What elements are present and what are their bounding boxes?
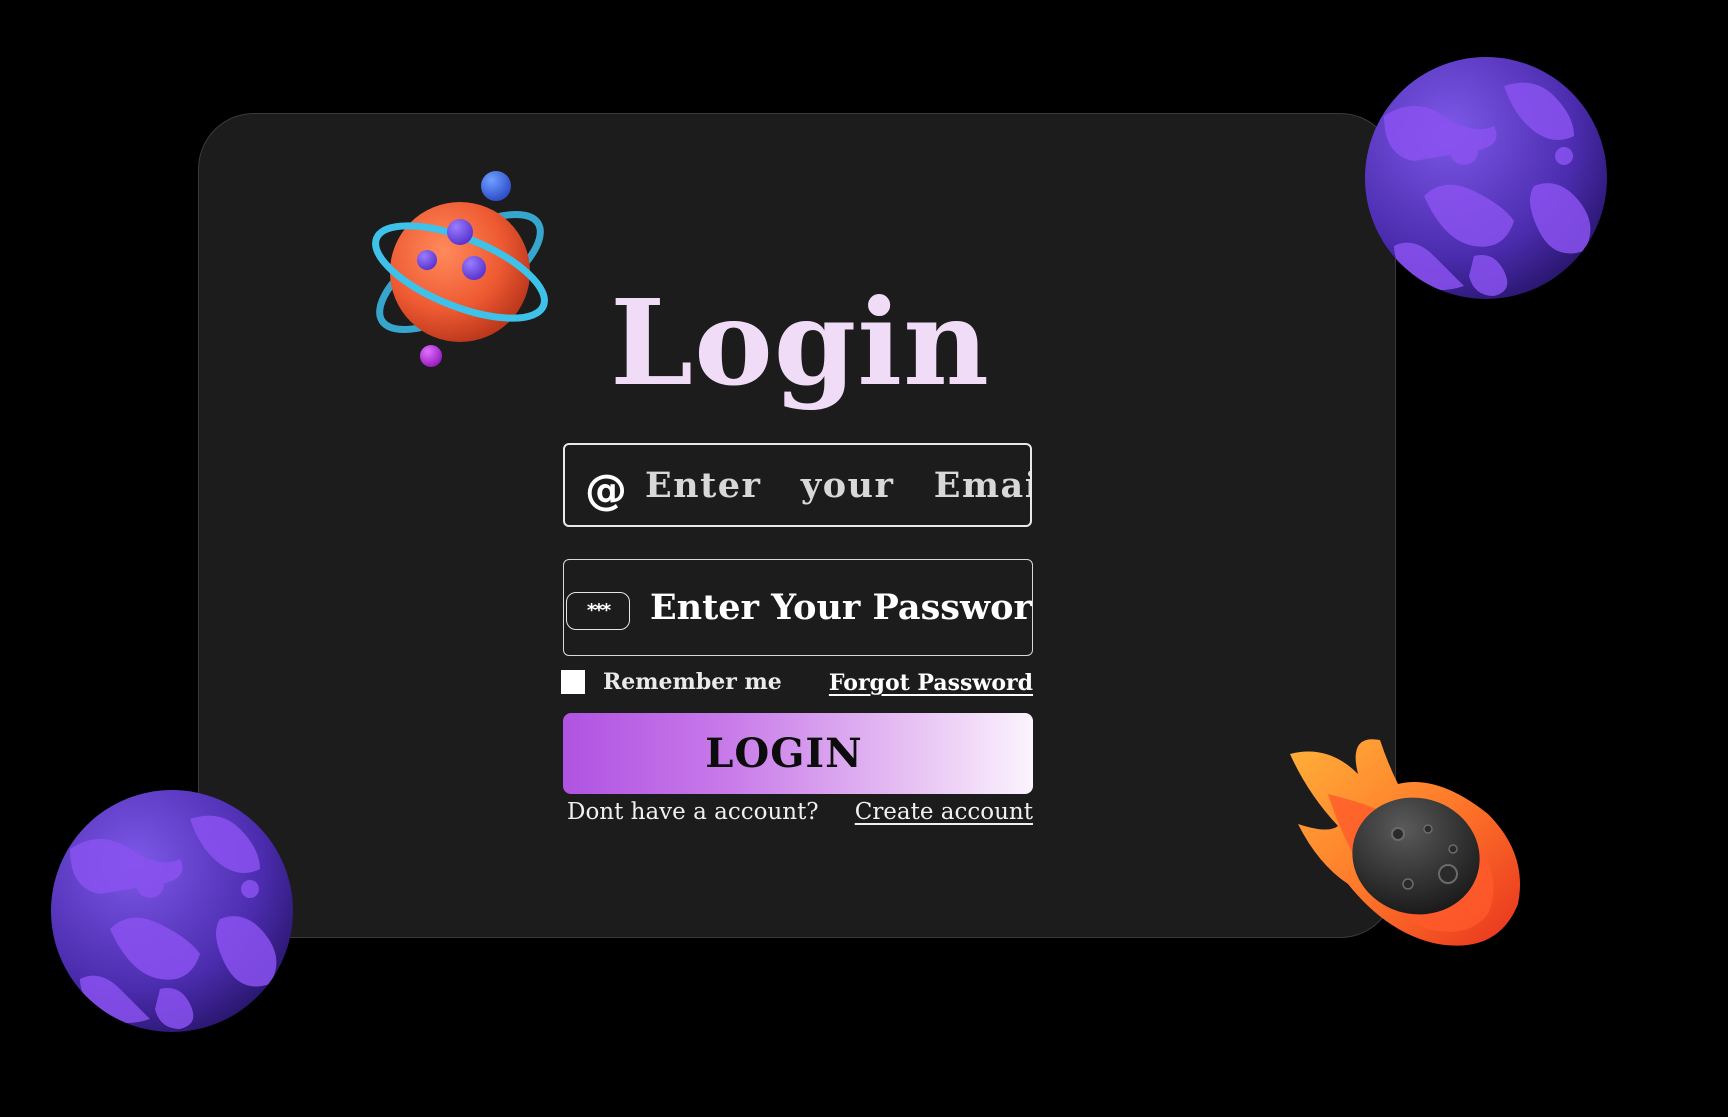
page-title: Login xyxy=(610,273,990,412)
forgot-password-link[interactable]: Forgot Password xyxy=(829,670,1033,696)
purple-planet-icon xyxy=(1365,57,1607,299)
purple-planet-icon xyxy=(51,790,293,1032)
password-input[interactable] xyxy=(650,560,1032,655)
atom-planet-icon xyxy=(372,171,548,367)
at-icon: @ xyxy=(585,465,627,514)
remember-me-checkbox[interactable] xyxy=(561,670,585,694)
password-field[interactable]: *** xyxy=(563,559,1033,656)
comet-meteor-icon xyxy=(1290,739,1520,946)
remember-me-label[interactable]: Remember me xyxy=(603,669,782,695)
remember-me: Remember me xyxy=(561,669,782,695)
email-field[interactable]: @ xyxy=(563,443,1032,527)
email-input[interactable] xyxy=(645,445,1030,525)
create-account-link[interactable]: Create account xyxy=(855,799,1033,825)
login-button[interactable]: LOGIN xyxy=(563,713,1033,794)
password-dots-icon: *** xyxy=(566,591,630,630)
no-account-text: Dont have a account? xyxy=(567,799,819,825)
